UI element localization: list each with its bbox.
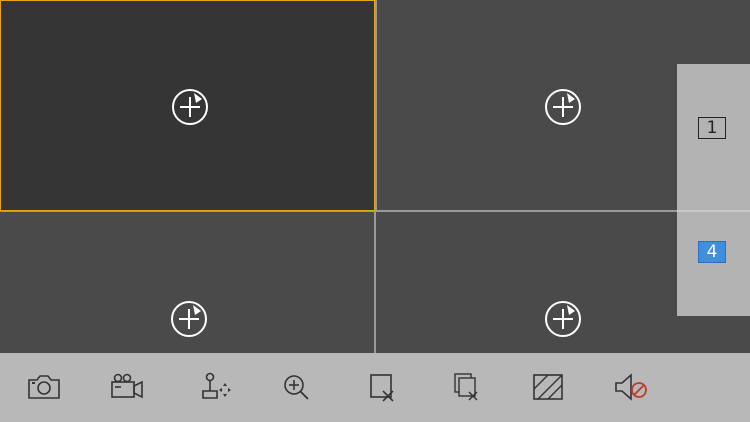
snapshot-button[interactable] bbox=[24, 369, 64, 405]
layout-1-window-button[interactable]: 1 bbox=[698, 117, 726, 139]
audio-mute-icon bbox=[613, 371, 649, 403]
image-quality-button[interactable] bbox=[528, 369, 568, 405]
bottom-toolbar bbox=[0, 353, 750, 422]
add-camera-icon[interactable] bbox=[543, 299, 583, 339]
close-all-windows-icon bbox=[447, 371, 483, 403]
ptz-button[interactable] bbox=[196, 369, 236, 405]
record-video-icon bbox=[109, 371, 145, 403]
digital-zoom-icon bbox=[278, 371, 314, 403]
ptz-control-icon bbox=[198, 371, 234, 403]
add-camera-icon[interactable] bbox=[170, 87, 210, 127]
close-all-windows-button[interactable] bbox=[445, 369, 485, 405]
layout-selector-panel: 1 4 bbox=[677, 64, 750, 316]
add-camera-icon[interactable] bbox=[169, 299, 209, 339]
record-button[interactable] bbox=[107, 369, 147, 405]
digital-zoom-button[interactable] bbox=[276, 369, 316, 405]
add-camera-icon[interactable] bbox=[543, 87, 583, 127]
layout-4-window-button[interactable]: 4 bbox=[698, 241, 726, 263]
image-quality-icon bbox=[530, 371, 566, 403]
snapshot-camera-icon bbox=[26, 371, 62, 403]
layout-divider bbox=[677, 210, 750, 212]
audio-button[interactable] bbox=[611, 369, 651, 405]
video-pane-1[interactable] bbox=[0, 0, 375, 211]
close-window-icon bbox=[363, 371, 399, 403]
close-window-button[interactable] bbox=[361, 369, 401, 405]
